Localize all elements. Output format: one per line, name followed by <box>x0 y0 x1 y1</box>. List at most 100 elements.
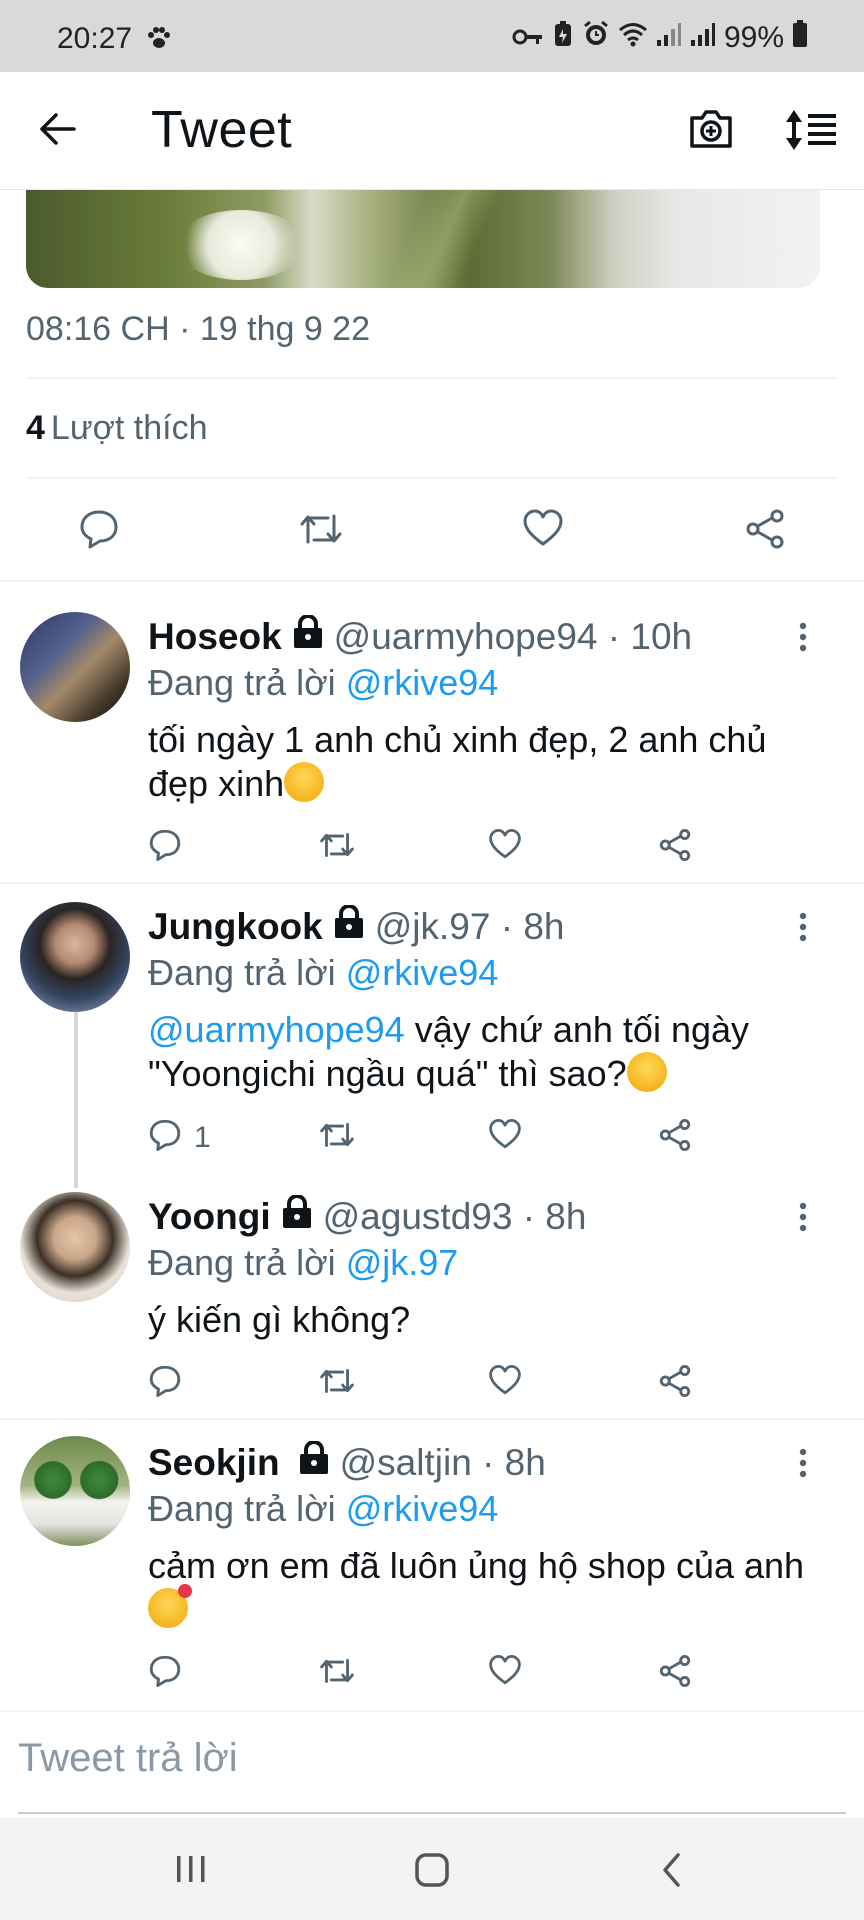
more-options-icon[interactable] <box>798 1448 808 1483</box>
avatar[interactable] <box>20 612 130 722</box>
paw-icon <box>146 26 172 55</box>
tweet-action-bar <box>0 500 864 562</box>
divider <box>0 1418 864 1420</box>
share-icon[interactable] <box>744 508 786 555</box>
lock-icon <box>292 614 324 658</box>
lock-icon <box>281 1194 313 1238</box>
replying-to-handle[interactable]: @rkive94 <box>346 662 499 703</box>
retweet-icon[interactable] <box>318 1364 356 1398</box>
reply-composer[interactable]: Tweet trả lời <box>0 1710 864 1814</box>
reply-icon[interactable] <box>78 508 120 555</box>
reply-input-placeholder[interactable]: Tweet trả lời <box>18 1736 238 1781</box>
reply-text: cảm ơn em đã luôn ủng hộ shop của anh <box>148 1544 818 1632</box>
share-icon[interactable] <box>658 828 692 862</box>
input-underline <box>18 1812 846 1814</box>
reply-tweet[interactable]: Jungkook @jk.97 · 8h Đang trả lời @rkive… <box>0 890 864 1170</box>
likes-label: Lượt thích <box>50 409 208 447</box>
more-options-icon[interactable] <box>798 1202 808 1237</box>
like-icon[interactable] <box>488 1654 522 1686</box>
replying-to: Đang trả lời @jk.97 <box>148 1242 458 1284</box>
key-icon <box>512 21 544 55</box>
tweet-media-image[interactable] <box>26 190 820 288</box>
replying-to-handle[interactable]: @jk.97 <box>346 1242 459 1283</box>
back-arrow-icon[interactable] <box>38 112 76 151</box>
avatar[interactable] <box>20 1436 130 1546</box>
sort-icon[interactable] <box>784 108 840 157</box>
app-header: Tweet <box>0 72 864 190</box>
replying-prefix: Đang trả lời <box>148 952 336 993</box>
reply-text: tối ngày 1 anh chủ xinh đẹp, 2 anh chủ đ… <box>148 718 818 806</box>
alarm-icon <box>582 20 610 56</box>
like-icon[interactable] <box>488 828 522 860</box>
battery-percent: 99% <box>723 21 784 54</box>
avatar[interactable] <box>20 1192 130 1302</box>
system-nav-bar <box>0 1818 864 1920</box>
reply-tweet[interactable]: Hoseok @uarmyhope94 · 10h Đang trả lời @… <box>0 600 864 882</box>
replying-prefix: Đang trả lời <box>148 1488 336 1529</box>
author-handle: @jk.97 · 8h <box>374 905 565 947</box>
reply-tweet[interactable]: Yoongi @agustd93 · 8h Đang trả lời @jk.9… <box>0 1180 864 1418</box>
share-icon[interactable] <box>658 1364 692 1398</box>
share-icon[interactable] <box>658 1654 692 1688</box>
author-name[interactable]: Seokjin <box>148 1442 280 1484</box>
signal-icon <box>656 21 682 55</box>
tweet-timestamp: 08:16 CH · 19 thg 9 22 <box>26 310 371 348</box>
reply-icon <box>148 1118 182 1157</box>
reply-actions <box>0 1654 864 1694</box>
share-icon[interactable] <box>658 1118 692 1152</box>
mention-link[interactable]: @uarmyhope94 <box>148 1009 405 1050</box>
divider <box>26 377 838 379</box>
author-line: Yoongi @agustd93 · 8h <box>148 1194 587 1238</box>
avatar[interactable] <box>20 902 130 1012</box>
reply-text: ý kiến gì không? <box>148 1299 411 1340</box>
recents-icon[interactable] <box>174 1852 208 1891</box>
like-icon[interactable] <box>488 1118 522 1150</box>
retweet-icon[interactable] <box>318 1654 356 1688</box>
home-icon[interactable] <box>414 1852 450 1893</box>
media-stem <box>356 190 556 288</box>
camera-add-icon[interactable] <box>688 108 734 155</box>
battery-saver-icon <box>552 20 574 56</box>
reply-actions <box>0 828 864 868</box>
reply-count: 1 <box>194 1120 211 1154</box>
more-options-icon[interactable] <box>798 622 808 657</box>
author-handle: @agustd93 · 8h <box>322 1195 587 1237</box>
divider <box>0 580 864 582</box>
retweet-icon[interactable] <box>318 1118 356 1152</box>
wifi-icon <box>618 21 648 55</box>
divider <box>0 882 864 884</box>
author-name[interactable]: Jungkook <box>148 906 323 948</box>
likes-count: 4 <box>26 409 45 447</box>
reply-button[interactable]: 1 <box>148 1118 211 1157</box>
reply-icon[interactable] <box>148 1364 182 1398</box>
like-icon[interactable] <box>522 508 564 553</box>
author-name[interactable]: Hoseok <box>148 616 282 658</box>
author-line: Jungkook @jk.97 · 8h <box>148 904 565 948</box>
back-icon[interactable] <box>660 1852 684 1893</box>
replying-to-handle[interactable]: @rkive94 <box>346 952 499 993</box>
divider <box>26 477 838 479</box>
like-icon[interactable] <box>488 1364 522 1396</box>
lock-icon <box>298 1440 330 1484</box>
reply-actions: 1 <box>0 1118 864 1158</box>
unamused-face-emoji <box>284 762 325 802</box>
status-bar: 20:27 99% <box>0 0 864 72</box>
reply-icon[interactable] <box>148 828 182 862</box>
replying-prefix: Đang trả lời <box>148 662 336 703</box>
replying-prefix: Đang trả lời <box>148 1242 336 1283</box>
author-handle: @uarmyhope94 · 10h <box>333 615 693 657</box>
retweet-icon[interactable] <box>318 828 356 862</box>
reply-text-content: cảm ơn em đã luôn ủng hộ shop của anh <box>148 1545 805 1586</box>
likes-summary[interactable]: 4 Lượt thích <box>26 409 208 448</box>
retweet-icon[interactable] <box>298 508 344 555</box>
battery-icon <box>792 20 808 56</box>
replying-to: Đang trả lời @rkive94 <box>148 662 498 704</box>
reply-icon[interactable] <box>148 1654 182 1688</box>
author-name[interactable]: Yoongi <box>148 1196 271 1238</box>
more-options-icon[interactable] <box>798 912 808 947</box>
status-time: 20:27 <box>57 22 133 55</box>
reply-actions <box>0 1364 864 1404</box>
reply-tweet[interactable]: Seokjin @saltjin · 8h Đang trả lời @rkiv… <box>0 1426 864 1710</box>
replying-to-handle[interactable]: @rkive94 <box>346 1488 499 1529</box>
reply-text-content: tối ngày 1 anh chủ xinh đẹp, 2 anh chủ đ… <box>148 719 767 804</box>
